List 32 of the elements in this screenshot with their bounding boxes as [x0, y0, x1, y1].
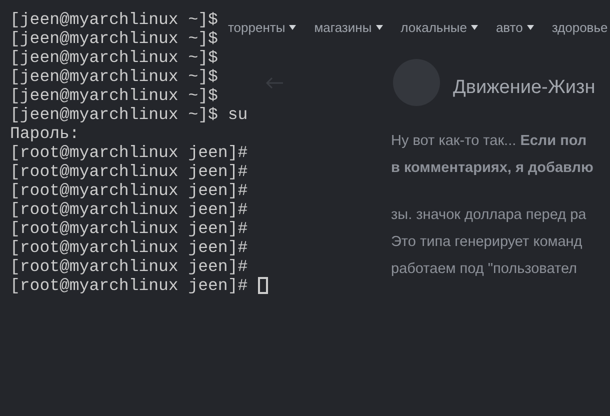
paragraph-line: работаем под "пользовател: [391, 260, 578, 279]
terminal-line: [jeen@myarchlinux ~]$: [10, 86, 218, 105]
nav-link[interactable]: здоровье: [552, 18, 608, 38]
terminal-line: [root@myarchlinux jeen]#: [10, 200, 248, 219]
caret-icon: [470, 25, 478, 30]
back-arrow-icon[interactable]: [265, 76, 284, 90]
terminal-line: [jeen@myarchlinux ~]$: [10, 29, 218, 48]
nav-link[interactable]: магазины: [314, 18, 372, 38]
terminal-line: [jeen@myarchlinux ~]$ su: [10, 105, 248, 124]
terminal-line: [root@myarchlinux jeen]#: [10, 276, 248, 295]
paragraph-line: Ну вот как-то так... Если пол: [391, 132, 588, 151]
paragraph-line: в комментариях, я добавлю: [391, 159, 594, 178]
caret-icon: [289, 25, 296, 30]
terminal-line: [root@myarchlinux jeen]#: [10, 162, 248, 181]
terminal-line: [root@myarchlinux jeen]#: [10, 219, 248, 238]
terminal-line: [root@myarchlinux jeen]#: [10, 181, 248, 200]
terminal-line: Пароль:: [10, 124, 80, 143]
nav-link[interactable]: авто: [496, 18, 523, 38]
terminal-line: [jeen@myarchlinux ~]$: [10, 10, 218, 29]
caret-icon: [376, 25, 383, 30]
author-name: Движение-Жизн: [453, 76, 596, 100]
terminal-line: [root@myarchlinux jeen]#: [10, 257, 248, 276]
terminal-line: [root@myarchlinux jeen]#: [10, 143, 248, 162]
nav-link[interactable]: торренты: [228, 18, 286, 38]
caret-icon: [526, 25, 534, 30]
terminal-line: [root@myarchlinux jeen]#: [10, 238, 248, 257]
terminal-line: [jeen@myarchlinux ~]$: [10, 48, 218, 67]
paragraph-line: зы. значок доллара перед ра: [391, 206, 588, 225]
nav-link[interactable]: локальные: [400, 18, 467, 38]
paragraph-line: Это типа генерирует команд: [391, 233, 584, 252]
terminal-line: [jeen@myarchlinux ~]$: [10, 67, 218, 86]
terminal-cursor: [258, 277, 268, 294]
